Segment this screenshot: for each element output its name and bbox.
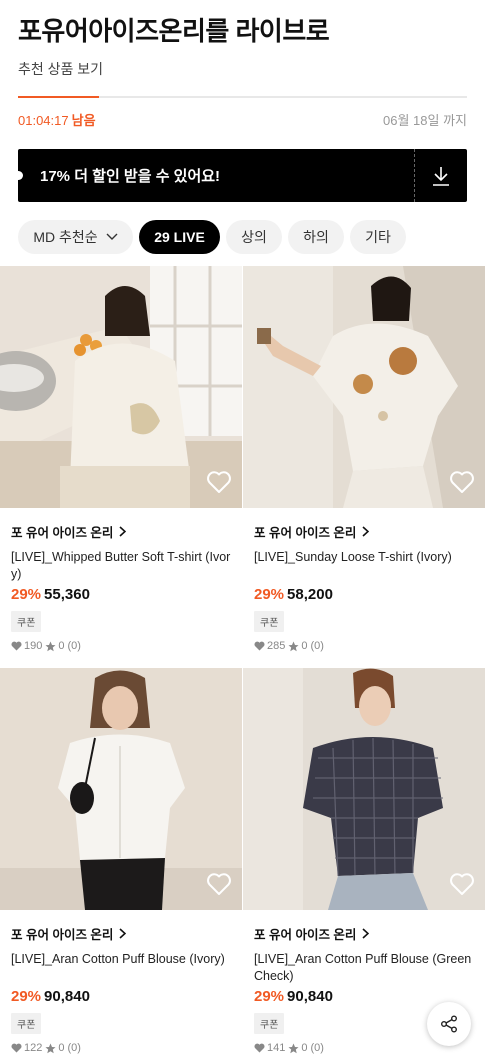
brand-name: 포 유어 아이즈 온리 [11,526,114,540]
like-count: 285 [267,640,286,652]
price-row: 29% 58,200 [254,586,474,603]
coupon-badge: 쿠폰 [11,1013,42,1034]
chevron-right-icon [362,526,370,537]
like-count: 190 [24,640,43,652]
sale-price: 90,840 [44,988,90,1005]
brand-link[interactable]: 포 유어 아이즈 온리 [254,924,474,943]
coupon-badge: 쿠폰 [11,611,42,632]
filter-chips: MD 추천순 29 LIVE 상의 하의 기타 [18,220,485,254]
heart-icon [11,1043,22,1053]
coupon-download-button[interactable] [415,149,467,202]
page-title: 포유어아이즈온리를 라이브로 [18,16,330,46]
review-count: (0) [310,640,324,652]
like-count: 122 [24,1042,43,1054]
chevron-right-icon [362,928,370,939]
product-grid: 포 유어 아이즈 온리 [LIVE]_Whipped Butter Soft T… [0,266,485,1055]
chip-bottoms[interactable]: 하의 [288,220,344,254]
page-subtitle: 추천 상품 보기 [18,61,104,77]
wishlist-heart-icon[interactable] [206,470,232,494]
coupon-badge: 쿠폰 [254,611,285,632]
star-icon [288,1043,299,1053]
share-icon [441,1015,457,1033]
time-progress-bar [18,96,467,98]
coupon-text: 17% 더 할인 받을 수 있어요! [40,168,221,185]
heart-icon [254,1043,265,1053]
chip-29-live[interactable]: 29 LIVE [139,220,220,254]
coupon-banner[interactable]: 17% 더 할인 받을 수 있어요! [18,149,467,202]
coupon-badge: 쿠폰 [254,1013,285,1034]
product-name[interactable]: [LIVE]_Sunday Loose T-shirt (Ivory) [254,549,474,583]
sale-price: 55,360 [44,586,90,603]
share-button[interactable] [427,1002,471,1046]
review-count: (0) [310,1042,324,1054]
product-stats: 285 0 (0) [254,640,474,652]
chevron-down-icon [106,233,118,241]
rating-value: 0 [58,640,65,652]
chevron-right-icon [119,928,127,939]
product-stats: 122 0 (0) [11,1042,231,1054]
star-icon [288,641,299,651]
rating-value: 0 [301,640,308,652]
brand-link[interactable]: 포 유어 아이즈 온리 [11,924,231,943]
brand-name: 포 유어 아이즈 온리 [254,928,357,942]
like-count: 141 [267,1042,286,1054]
product-card[interactable]: 포 유어 아이즈 온리 [LIVE]_Sunday Loose T-shirt … [243,266,485,668]
product-card[interactable]: 포 유어 아이즈 온리 [LIVE]_Whipped Butter Soft T… [0,266,242,668]
product-name[interactable]: [LIVE]_Aran Cotton Puff Blouse (Green Ch… [254,951,474,985]
brand-name: 포 유어 아이즈 온리 [254,526,357,540]
price-row: 29% 55,360 [11,586,231,603]
brand-link[interactable]: 포 유어 아이즈 온리 [254,522,474,541]
product-name[interactable]: [LIVE]_Aran Cotton Puff Blouse (Ivory) [11,951,231,985]
brand-link[interactable]: 포 유어 아이즈 온리 [11,522,231,541]
product-card[interactable]: 포 유어 아이즈 온리 [LIVE]_Aran Cotton Puff Blou… [243,668,485,1055]
sale-price: 58,200 [287,586,333,603]
time-progress-fill [18,96,99,98]
product-info: 포 유어 아이즈 온리 [LIVE]_Aran Cotton Puff Blou… [0,910,242,1054]
wishlist-heart-icon[interactable] [449,470,475,494]
countdown-timer: 01:04:17 남음 [18,110,96,129]
product-info: 포 유어 아이즈 온리 [LIVE]_Whipped Butter Soft T… [0,508,242,652]
product-image[interactable] [243,266,485,508]
rating-value: 0 [301,1042,308,1054]
sort-dropdown-chip[interactable]: MD 추천순 [18,220,133,254]
star-icon [45,641,56,651]
rating-value: 0 [58,1042,65,1054]
price-row: 29% 90,840 [11,988,231,1005]
coupon-notch [18,171,23,180]
product-image[interactable] [0,668,242,910]
discount-rate: 29% [11,988,42,1005]
deadline-date: 06월 18일 까지 [383,113,467,128]
product-card[interactable]: 포 유어 아이즈 온리 [LIVE]_Aran Cotton Puff Blou… [0,668,242,1055]
page-header: 포유어아이즈온리를 라이브로 추천 상품 보기 [0,0,485,78]
product-info: 포 유어 아이즈 온리 [LIVE]_Sunday Loose T-shirt … [243,508,485,652]
product-image[interactable] [0,266,242,508]
discount-rate: 29% [254,988,285,1005]
heart-icon [11,641,22,651]
sale-price: 90,840 [287,988,333,1005]
review-count: (0) [67,640,81,652]
countdown-remain-label: 남음 [71,113,96,128]
product-stats: 190 0 (0) [11,640,231,652]
countdown-time: 01:04:17 [18,113,69,128]
download-icon [433,166,449,186]
sort-label: MD 추천순 [33,229,98,245]
wishlist-heart-icon[interactable] [449,872,475,896]
timer-row: 01:04:17 남음 06월 18일 까지 [18,110,467,129]
wishlist-heart-icon[interactable] [206,872,232,896]
discount-rate: 29% [11,586,42,603]
product-name[interactable]: [LIVE]_Whipped Butter Soft T-shirt (Ivor… [11,549,231,583]
discount-rate: 29% [254,586,285,603]
heart-icon [254,641,265,651]
product-image[interactable] [243,668,485,910]
review-count: (0) [67,1042,81,1054]
chip-tops[interactable]: 상의 [226,220,282,254]
chevron-right-icon [119,526,127,537]
star-icon [45,1043,56,1053]
chip-etc[interactable]: 기타 [350,220,406,254]
brand-name: 포 유어 아이즈 온리 [11,928,114,942]
